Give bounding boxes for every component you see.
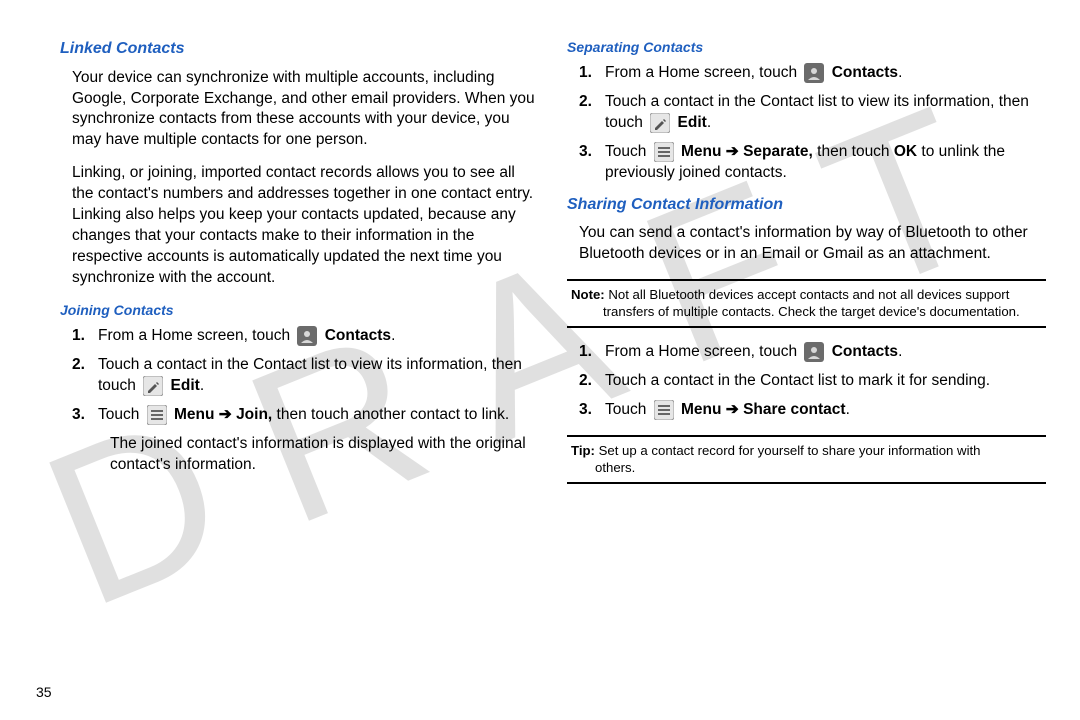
step-body: Touch a contact in the Contact list to v… — [605, 92, 1046, 134]
step-number: 2. — [579, 371, 605, 392]
heading-separating-contacts: Separating Contacts — [567, 38, 1046, 57]
step-number: 3. — [72, 405, 98, 426]
note-text: Not all Bluetooth devices accept contact… — [605, 287, 1010, 302]
menu-icon — [654, 400, 674, 420]
edit-icon — [143, 376, 163, 396]
step-body: From a Home screen, touch Contacts. — [98, 326, 539, 347]
text: From a Home screen, touch — [605, 343, 801, 360]
arrow: ➔ — [721, 143, 743, 160]
step-number: 3. — [579, 400, 605, 421]
text: then touch — [813, 143, 894, 160]
text: From a Home screen, touch — [605, 64, 801, 81]
text-bold: Separate, — [743, 143, 813, 160]
note-text: transfers of multiple contacts. Check th… — [571, 304, 1042, 321]
sharing-steps: 1. From a Home screen, touch Contacts. 2… — [567, 342, 1046, 421]
step-number: 2. — [72, 355, 98, 397]
text: . — [898, 64, 902, 81]
text-bold: Menu — [681, 401, 721, 418]
step-body: Touch Menu ➔ Separate, then touch OK to … — [605, 142, 1046, 184]
text-bold: Contacts — [325, 327, 391, 344]
tip-text: Set up a contact record for yourself to … — [595, 443, 981, 458]
text: . — [846, 401, 850, 418]
step-number: 1. — [72, 326, 98, 347]
arrow: ➔ — [214, 406, 236, 423]
text: From a Home screen, touch — [98, 327, 294, 344]
step-body: Touch Menu ➔ Share contact. — [605, 400, 1046, 421]
text-bold: Menu — [174, 406, 214, 423]
text: Touch — [605, 143, 651, 160]
text-bold: Join, — [236, 406, 272, 423]
right-column: Separating Contacts 1. From a Home scree… — [567, 38, 1046, 700]
text: . — [707, 114, 711, 131]
step-body: From a Home screen, touch Contacts. — [605, 63, 1046, 84]
menu-icon — [147, 405, 167, 425]
text: . — [391, 327, 395, 344]
list-item: 3. Touch Menu ➔ Join, then touch another… — [72, 405, 539, 426]
step-number: 3. — [579, 142, 605, 184]
contacts-icon — [804, 63, 824, 83]
heading-linked-contacts: Linked Contacts — [60, 38, 539, 60]
contacts-icon — [804, 342, 824, 362]
text: . — [898, 343, 902, 360]
text-bold: Menu — [681, 143, 721, 160]
contacts-icon — [297, 326, 317, 346]
arrow: ➔ — [721, 401, 743, 418]
step-number: 2. — [579, 92, 605, 134]
heading-sharing-contact-info: Sharing Contact Information — [567, 194, 1046, 216]
text-bold: Contacts — [832, 64, 898, 81]
list-item: 1. From a Home screen, touch Contacts. — [579, 63, 1046, 84]
note-box: Note: Not all Bluetooth devices accept c… — [567, 279, 1046, 328]
list-item: 3. Touch Menu ➔ Separate, then touch OK … — [579, 142, 1046, 184]
text-bold: Contacts — [832, 343, 898, 360]
step-body: Touch a contact in the Contact list to v… — [98, 355, 539, 397]
list-item: 2. Touch a contact in the Contact list t… — [579, 371, 1046, 392]
list-item: 1. From a Home screen, touch Contacts. — [579, 342, 1046, 363]
step-number: 1. — [579, 63, 605, 84]
text-bold: OK — [894, 143, 917, 160]
left-column: Linked Contacts Your device can synchron… — [60, 38, 539, 700]
step-body: From a Home screen, touch Contacts. — [605, 342, 1046, 363]
text: Touch — [98, 406, 144, 423]
list-item: 1. From a Home screen, touch Contacts. — [72, 326, 539, 347]
page-content: Linked Contacts Your device can synchron… — [0, 0, 1080, 720]
text: then touch another contact to link. — [272, 406, 509, 423]
text-bold: Edit — [171, 377, 200, 394]
step-body: Touch Menu ➔ Join, then touch another co… — [98, 405, 539, 426]
tip-label: Tip: — [571, 443, 595, 458]
edit-icon — [650, 113, 670, 133]
paragraph: You can send a contact's information by … — [567, 223, 1046, 265]
step-number: 1. — [579, 342, 605, 363]
heading-joining-contacts: Joining Contacts — [60, 301, 539, 320]
joining-steps: 1. From a Home screen, touch Contacts. 2… — [60, 326, 539, 476]
note-label: Note: — [571, 287, 605, 302]
text: Touch a contact in the Contact list to m… — [605, 372, 990, 389]
step-body: Touch a contact in the Contact list to m… — [605, 371, 1046, 392]
menu-icon — [654, 142, 674, 162]
tip-text: others. — [571, 460, 1042, 477]
text: . — [200, 377, 204, 394]
list-item: 2. Touch a contact in the Contact list t… — [579, 92, 1046, 134]
separating-steps: 1. From a Home screen, touch Contacts. 2… — [567, 63, 1046, 184]
paragraph: Linking, or joining, imported contact re… — [60, 163, 539, 289]
text-bold: Share contact — [743, 401, 846, 418]
list-item: 3. Touch Menu ➔ Share contact. — [579, 400, 1046, 421]
list-item: 2. Touch a contact in the Contact list t… — [72, 355, 539, 397]
text-bold: Edit — [678, 114, 707, 131]
text: Touch — [605, 401, 651, 418]
tip-box: Tip: Set up a contact record for yoursel… — [567, 435, 1046, 484]
result-text: The joined contact's information is disp… — [98, 434, 539, 476]
paragraph: Your device can synchronize with multipl… — [60, 68, 539, 152]
